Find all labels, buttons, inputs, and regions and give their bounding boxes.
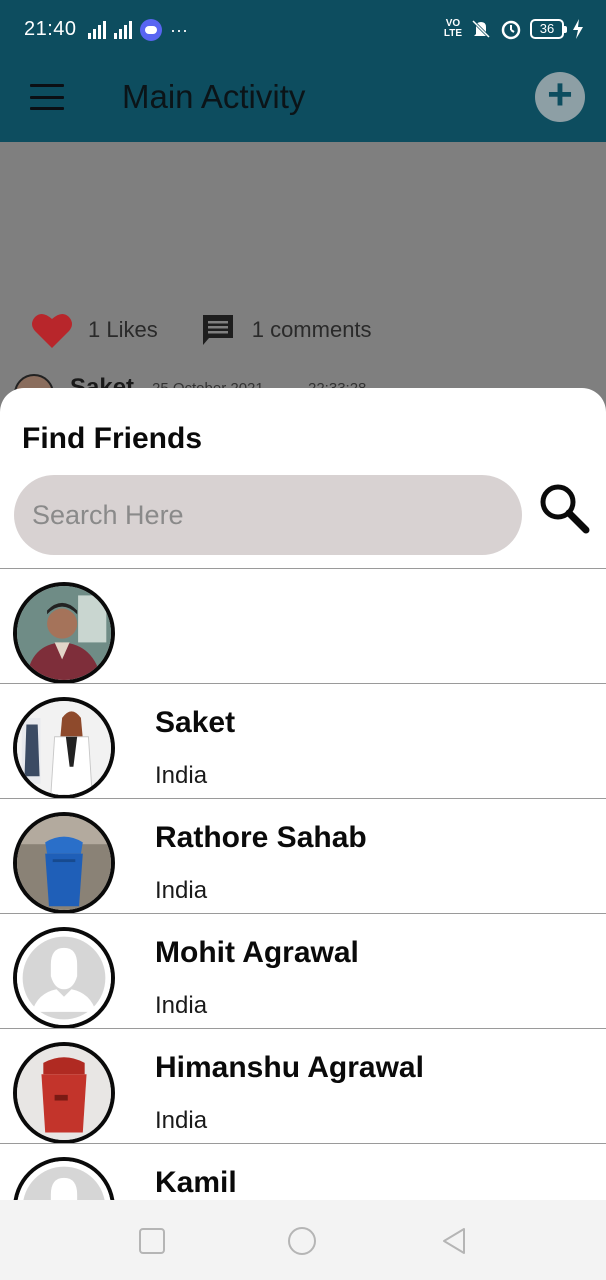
friend-country: India [155, 762, 208, 789]
comments-count: 1 comments [251, 317, 372, 342]
friend-country: India [155, 992, 208, 1019]
signal-icon [114, 21, 132, 39]
friends-list: Saket India Rathore Sahab India Mohit Ag… [0, 568, 606, 1200]
search-input[interactable] [14, 475, 522, 555]
mute-icon [471, 19, 491, 39]
friend-avatar [13, 1157, 115, 1200]
post-actions: 1 Likes 1 comments [30, 310, 372, 350]
friend-row[interactable]: Mohit Agrawal India [0, 913, 606, 1029]
alarm-icon [501, 20, 521, 40]
more-notifications-icon: ··· [170, 20, 188, 40]
friend-avatar [13, 812, 115, 914]
friend-avatar [13, 1042, 115, 1144]
signal-4g-icon [88, 21, 106, 39]
friend-row[interactable]: Himanshu Agrawal India [0, 1028, 606, 1144]
charging-icon [573, 19, 583, 39]
friend-country: India [155, 1107, 208, 1134]
recent-apps-icon[interactable] [137, 1226, 167, 1256]
likes-count: 1 Likes [88, 317, 158, 342]
discord-icon [140, 19, 162, 41]
status-left-icons: ··· [88, 19, 188, 41]
friend-name: Kamil [155, 1166, 237, 1199]
page-title: Main Activity [122, 78, 306, 115]
search-icon[interactable] [536, 480, 592, 536]
friend-row[interactable]: Kamil [0, 1143, 606, 1200]
status-bar: 21:40 ··· VO LTE 36 [0, 0, 606, 62]
volte-icon: VO LTE [443, 18, 462, 39]
friend-name: Mohit Agrawal [155, 936, 359, 969]
friend-row[interactable]: Rathore Sahab India [0, 798, 606, 914]
add-post-button[interactable]: + [535, 72, 585, 122]
app-bar: Main Activity + [0, 62, 606, 142]
friend-name: Saket [155, 706, 236, 739]
heart-icon[interactable] [30, 310, 74, 350]
friend-name: Himanshu Agrawal [155, 1051, 424, 1084]
friend-country: India [155, 877, 208, 904]
friend-avatar [13, 927, 115, 1029]
hamburger-menu-icon[interactable] [30, 84, 64, 110]
post-card: 1 Likes 1 comments Saket 25 October 2021… [0, 142, 606, 392]
comment-icon[interactable] [200, 312, 236, 348]
status-time: 21:40 [24, 18, 77, 40]
home-icon[interactable] [287, 1226, 317, 1256]
sheet-title: Find Friends [22, 422, 202, 455]
friend-row[interactable] [0, 568, 606, 684]
friend-avatar [13, 582, 115, 684]
friend-name: Rathore Sahab [155, 821, 367, 854]
status-right-icons: VO LTE 36 [444, 18, 584, 40]
friend-row[interactable]: Saket India [0, 683, 606, 799]
find-friends-sheet: Find Friends Search Here Saket India Rat… [0, 388, 606, 1200]
friend-avatar [13, 697, 115, 799]
back-icon[interactable] [440, 1226, 470, 1256]
system-navigation-bar [0, 1200, 606, 1280]
plus-icon: + [547, 70, 573, 119]
battery-icon: 36 [530, 19, 567, 39]
